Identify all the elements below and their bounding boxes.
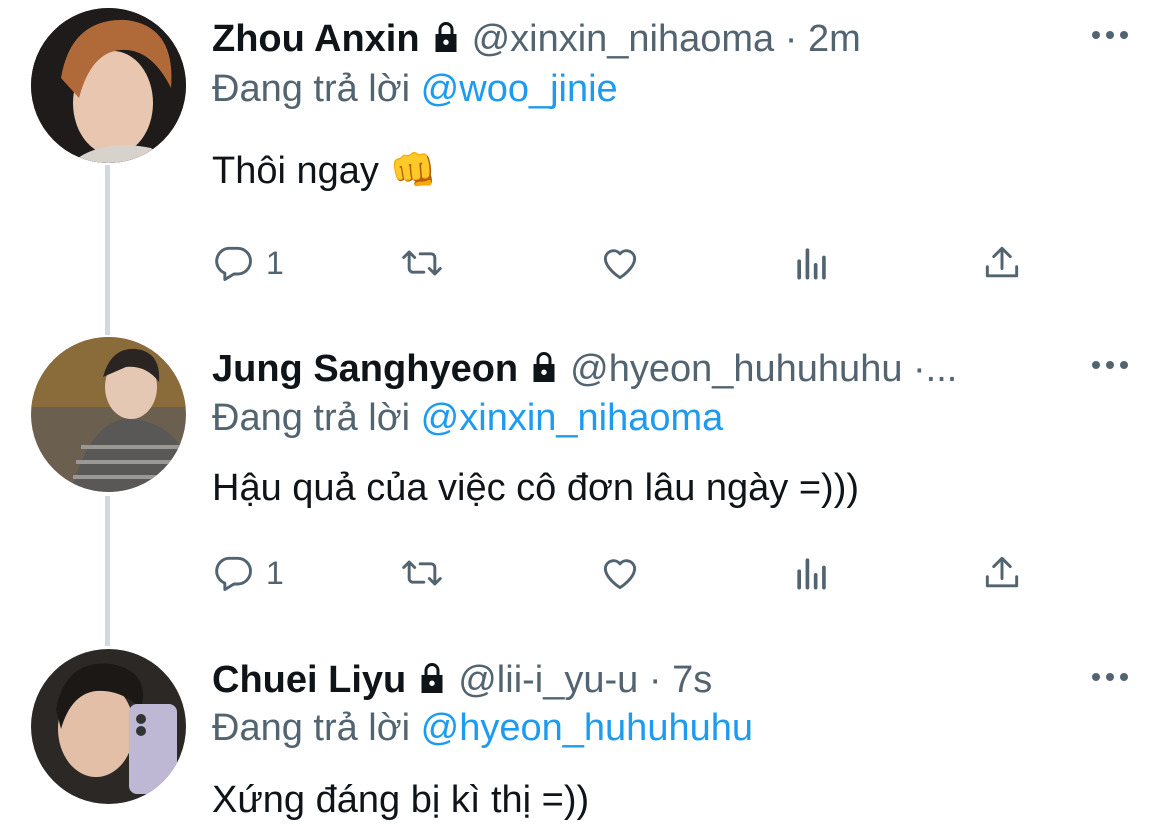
- tweet[interactable]: Zhou Anxin @xinxin_nihaoma · 2m Đang trả …: [0, 0, 1170, 330]
- separator: ·...: [913, 348, 958, 390]
- retweet-icon: [402, 560, 442, 586]
- analytics-icon: [797, 248, 826, 280]
- analytics-button[interactable]: [790, 238, 834, 288]
- fist-emoji: 👊: [389, 150, 437, 192]
- handle[interactable]: @lii-i_yu-u: [458, 659, 638, 701]
- like-button[interactable]: [598, 548, 642, 598]
- replying-prefix: Đang trả lời: [212, 68, 411, 110]
- avatar[interactable]: [31, 337, 186, 492]
- more-icon[interactable]: [1088, 25, 1132, 45]
- analytics-icon: [797, 558, 826, 590]
- more-icon[interactable]: [1088, 667, 1132, 687]
- share-icon: [985, 246, 1019, 278]
- replying-prefix: Đang trả lời: [212, 707, 411, 749]
- replying-prefix: Đang trả lời: [212, 397, 411, 439]
- share-button[interactable]: [980, 548, 1024, 598]
- tweet-header: Zhou Anxin @xinxin_nihaoma · 2m: [212, 14, 1090, 64]
- more-icon[interactable]: [1088, 355, 1132, 375]
- avatar[interactable]: [31, 8, 186, 163]
- reply-count: 1: [266, 244, 284, 281]
- retweet-icon: [402, 250, 442, 276]
- action-bar: 1: [212, 238, 1032, 288]
- like-icon: [603, 249, 637, 280]
- reply-button[interactable]: 1: [212, 238, 284, 288]
- display-name[interactable]: Zhou Anxin: [212, 18, 420, 60]
- action-bar: 1: [212, 548, 1032, 598]
- display-name[interactable]: Jung Sanghyeon: [212, 348, 518, 390]
- retweet-button[interactable]: [400, 548, 444, 598]
- tweet-header: Chuei Liyu @lii-i_yu-u · 7s: [212, 655, 1090, 705]
- handle[interactable]: @xinxin_nihaoma: [472, 18, 775, 60]
- tweet-text-content: Thôi ngay: [212, 150, 379, 192]
- separator: ·: [648, 659, 662, 701]
- analytics-button[interactable]: [790, 548, 834, 598]
- replying-to: Đang trả lời @xinxin_nihaoma: [212, 393, 723, 443]
- lock-icon: [414, 659, 450, 705]
- reply-button[interactable]: 1: [212, 548, 284, 598]
- handle[interactable]: @hyeon_huhuhuhu: [570, 348, 902, 390]
- tweet-text: Hậu quả của việc cô đơn lâu ngày =))): [212, 467, 860, 509]
- reply-icon: [215, 556, 252, 591]
- timestamp[interactable]: 2m: [808, 18, 861, 60]
- tweet-text: Xứng đáng bị kì thị =)): [212, 779, 590, 821]
- avatar[interactable]: [31, 649, 186, 804]
- reply-count: 1: [266, 554, 284, 591]
- replying-to: Đang trả lời @woo_jinie: [212, 64, 618, 114]
- display-name[interactable]: Chuei Liyu: [212, 659, 406, 701]
- like-icon: [603, 559, 637, 590]
- timestamp[interactable]: 7s: [672, 659, 712, 701]
- reply-icon: [215, 246, 252, 281]
- share-button[interactable]: [980, 238, 1024, 288]
- tweet[interactable]: Chuei Liyu @lii-i_yu-u · 7s Đang trả lời …: [0, 640, 1170, 821]
- lock-icon: [526, 348, 562, 394]
- share-icon: [985, 556, 1019, 588]
- tweet-header: Jung Sanghyeon @hyeon_huhuhuhu ·...: [212, 344, 1090, 394]
- separator: ·: [784, 18, 798, 60]
- tweet[interactable]: Jung Sanghyeon @hyeon_huhuhuhu ·... Đang …: [0, 330, 1170, 640]
- retweet-button[interactable]: [400, 238, 444, 288]
- lock-icon: [428, 18, 464, 64]
- tweet-text: Thôi ngay 👊: [212, 146, 437, 196]
- like-button[interactable]: [598, 238, 642, 288]
- mention-link[interactable]: @xinxin_nihaoma: [421, 397, 724, 439]
- replying-to: Đang trả lời @hyeon_huhuhuhu: [212, 703, 753, 753]
- mention-link[interactable]: @hyeon_huhuhuhu: [421, 707, 753, 749]
- mention-link[interactable]: @woo_jinie: [421, 68, 618, 110]
